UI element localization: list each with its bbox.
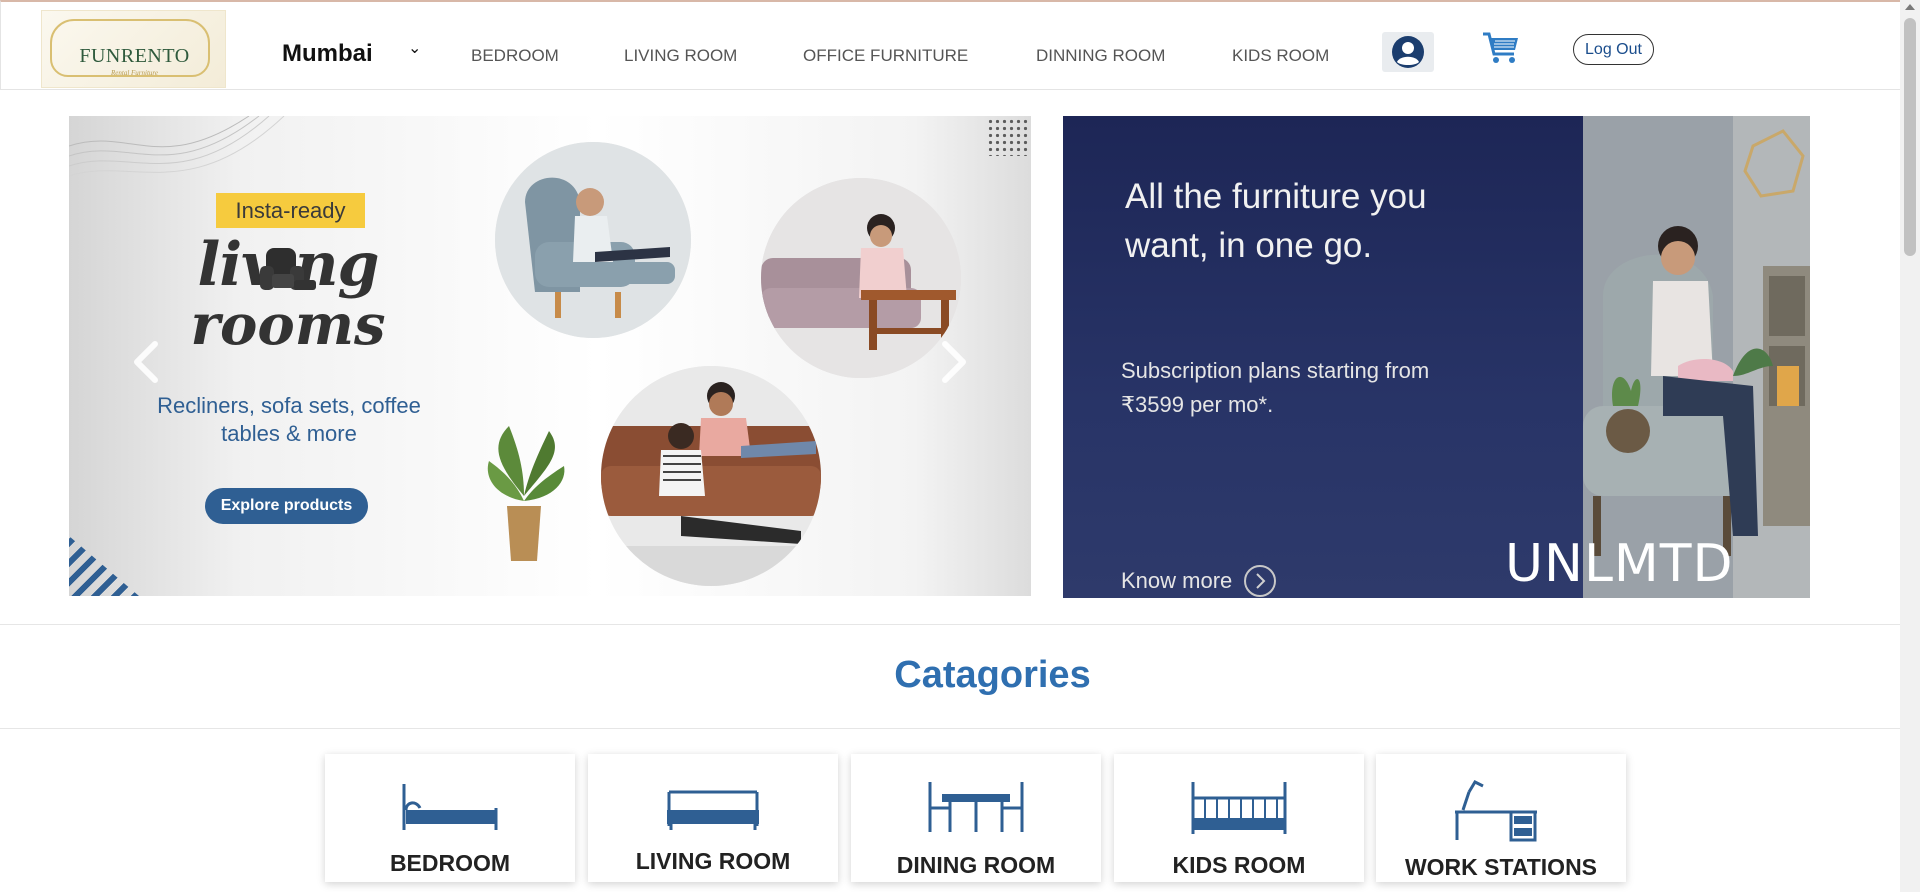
- scroll-up-arrow-icon[interactable]: [1905, 4, 1915, 10]
- sofa-icon: [667, 790, 759, 830]
- category-label: DINING ROOM: [896, 852, 1056, 878]
- unlmtd-brand-logo: UNLMTD: [1505, 534, 1734, 594]
- chevron-down-icon[interactable]: ⌄: [408, 38, 421, 58]
- arrow-right-circle-icon[interactable]: [1244, 565, 1276, 597]
- banner-subtitle: Recliners, sofa sets, coffee tables & mo…: [157, 393, 421, 446]
- top-navbar: FUNRENTO Rental Furniture Mumbai ⌄ BEDRO…: [0, 0, 1900, 90]
- category-card-work-stations[interactable]: WORK STATIONS: [1376, 754, 1626, 882]
- categories-title: Catagories: [894, 654, 1091, 696]
- know-more-link[interactable]: Know more: [1121, 568, 1232, 594]
- logo-text: FUNRENTO: [79, 45, 190, 67]
- shopping-cart-icon: [1483, 32, 1518, 63]
- crib-icon: [1191, 782, 1287, 834]
- potted-plant-illustration: [487, 426, 565, 561]
- category-label: LIVING ROOM: [635, 848, 791, 874]
- dining-table-icon: [928, 782, 1024, 832]
- category-card-dining-room[interactable]: DINING ROOM: [851, 754, 1101, 882]
- hero-carousel[interactable]: Insta-ready liv ng rooms Recliners, sofa…: [69, 116, 1031, 596]
- category-label: BEDROOM: [389, 850, 511, 876]
- category-card-living-room[interactable]: LIVING ROOM: [588, 754, 838, 882]
- nav-link-office-furniture[interactable]: OFFICE FURNITURE: [803, 46, 968, 66]
- profile-button[interactable]: [1382, 32, 1434, 72]
- insta-ready-tag: Insta-ready: [216, 193, 365, 228]
- nav-link-bedroom[interactable]: BEDROOM: [471, 46, 559, 66]
- category-label: KIDS ROOM: [1172, 852, 1306, 878]
- decorative-dots: [987, 118, 1029, 156]
- city-selector-label[interactable]: Mumbai: [282, 40, 373, 68]
- scrollbar-thumb[interactable]: [1904, 18, 1916, 256]
- banner-subscription-text: Subscription plans starting from ₹3599 p…: [1121, 358, 1430, 417]
- subscription-banner[interactable]: All the furniture you want, in one go. S…: [1063, 116, 1810, 598]
- logout-button[interactable]: Log Out: [1573, 34, 1654, 65]
- logo-tagline: Rental Furniture: [111, 69, 158, 77]
- bed-icon: [402, 784, 498, 830]
- carousel-next-icon[interactable]: [935, 340, 971, 384]
- living-room-scene-illustration: [1583, 116, 1810, 598]
- funrento-logo[interactable]: FUNRENTO Rental Furniture: [41, 10, 226, 88]
- decorative-stripes: [69, 536, 139, 596]
- nav-link-living-room[interactable]: LIVING ROOM: [624, 46, 737, 66]
- explore-products-button[interactable]: Explore products: [205, 488, 368, 524]
- category-card-kids-room[interactable]: KIDS ROOM: [1114, 754, 1364, 882]
- carousel-prev-icon[interactable]: [129, 340, 165, 384]
- nav-link-kids-room[interactable]: KIDS ROOM: [1232, 46, 1329, 66]
- cart-button[interactable]: [1481, 30, 1521, 71]
- recliner-photo: [495, 142, 691, 338]
- sofa-photo: [761, 178, 961, 378]
- category-label: WORK STATIONS: [1404, 854, 1598, 880]
- page-scrollbar[interactable]: [1900, 0, 1920, 892]
- section-divider: [0, 728, 1900, 729]
- banner-headline: All the furniture you want, in one go.: [1125, 177, 1427, 265]
- category-card-bedroom[interactable]: BEDROOM: [325, 754, 575, 882]
- sectional-sofa-photo: [601, 366, 821, 586]
- section-divider: [0, 624, 1900, 625]
- nav-link-dinning-room[interactable]: DINNING ROOM: [1036, 46, 1165, 66]
- user-avatar-icon: [1392, 36, 1424, 68]
- desk-lamp-icon: [1455, 780, 1537, 842]
